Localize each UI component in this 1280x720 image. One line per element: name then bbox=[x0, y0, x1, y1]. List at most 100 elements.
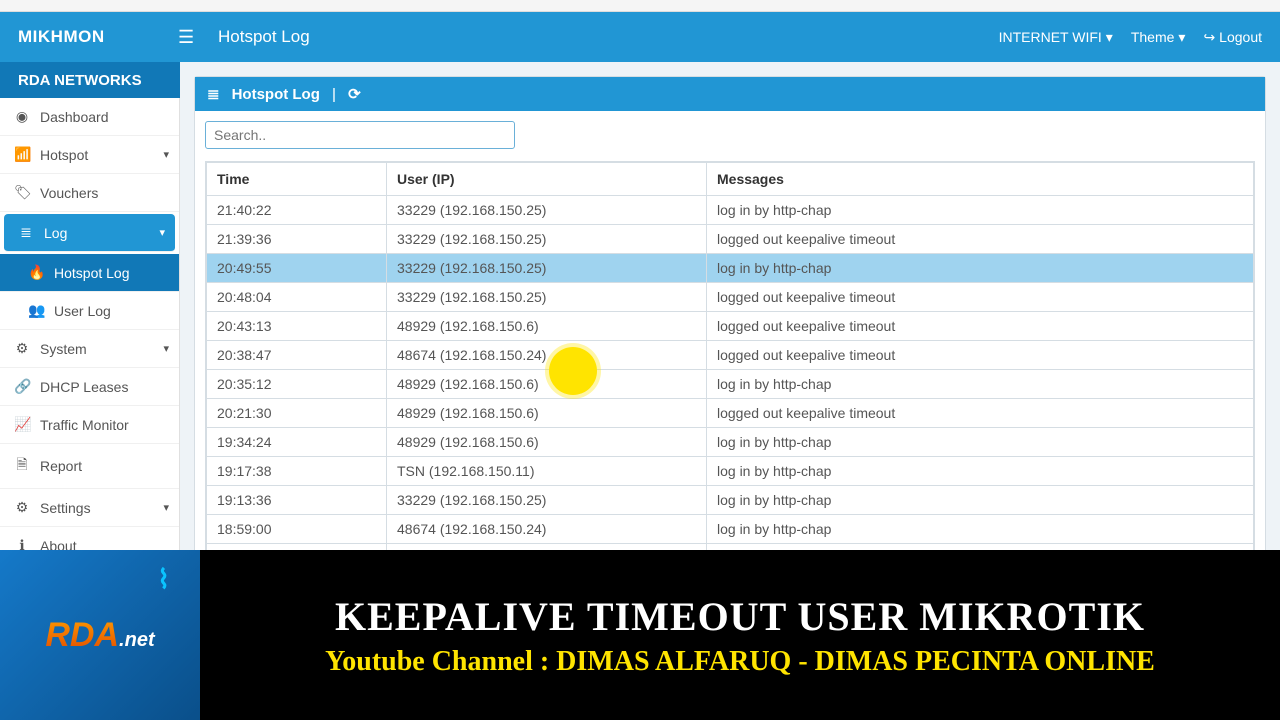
sidebar-label: User Log bbox=[54, 303, 111, 319]
sidebar-label: Vouchers bbox=[40, 185, 98, 201]
table-row[interactable]: 19:17:38TSN (192.168.150.11)log in by ht… bbox=[207, 457, 1254, 486]
cell-time: 20:21:30 bbox=[207, 399, 387, 428]
panel-header: ≣ Hotspot Log | ⟳ bbox=[195, 77, 1265, 111]
log-table: Time User (IP) Messages 21:40:2233229 (1… bbox=[206, 162, 1254, 573]
table-row[interactable]: 21:40:2233229 (192.168.150.25)log in by … bbox=[207, 196, 1254, 225]
sidebar-item-vouchers[interactable]: 🏷 Vouchers bbox=[0, 174, 179, 212]
sidebar-item-traffic-monitor[interactable]: 📈 Traffic Monitor bbox=[0, 406, 179, 444]
connection-dropdown[interactable]: INTERNET WIFI▾ bbox=[999, 29, 1113, 46]
cell-msg: logged out keepalive timeout bbox=[707, 399, 1254, 428]
sidebar-label: System bbox=[40, 341, 87, 357]
logout-button[interactable]: ↪Logout bbox=[1203, 29, 1262, 46]
table-row[interactable]: 19:34:2448929 (192.168.150.6)log in by h… bbox=[207, 428, 1254, 457]
sidebar-label: Settings bbox=[40, 500, 91, 516]
chevron-down-icon: ▾ bbox=[163, 501, 169, 514]
table-row[interactable]: 18:59:0048674 (192.168.150.24)log in by … bbox=[207, 515, 1254, 544]
sidebar-label: Report bbox=[40, 458, 82, 474]
cell-time: 19:13:36 bbox=[207, 486, 387, 515]
session-name[interactable]: RDA NETWORKS bbox=[0, 62, 180, 98]
cell-user: 48674 (192.168.150.24) bbox=[387, 341, 707, 370]
sidebar-item-dashboard[interactable]: ◉ Dashboard bbox=[0, 98, 179, 136]
sidebar-item-user-log[interactable]: 👥 User Log bbox=[0, 292, 179, 330]
table-row[interactable]: 20:48:0433229 (192.168.150.25)logged out… bbox=[207, 283, 1254, 312]
cell-user: 33229 (192.168.150.25) bbox=[387, 254, 707, 283]
sidebar-icon: 🏷 bbox=[14, 184, 30, 201]
topbar: MIKHMON ☰ Hotspot Log INTERNET WIFI▾ The… bbox=[0, 12, 1280, 62]
cell-user: 48929 (192.168.150.6) bbox=[387, 312, 707, 341]
chevron-down-icon: ▾ bbox=[1106, 29, 1113, 46]
sidebar-icon: 🔗 bbox=[14, 378, 30, 395]
browser-chrome bbox=[0, 0, 1280, 12]
cell-msg: logged out keepalive timeout bbox=[707, 312, 1254, 341]
sidebar: ◉ Dashboard 📶 Hotspot ▾ 🏷 Vouchers ≣Log▾ 🔥 Hotspo… bbox=[0, 98, 180, 565]
cell-user: 48929 (192.168.150.6) bbox=[387, 428, 707, 457]
cell-time: 20:49:55 bbox=[207, 254, 387, 283]
sidebar-item-system[interactable]: ⚙ System ▾ bbox=[0, 330, 179, 368]
sidebar-icon: 📶 bbox=[14, 146, 30, 163]
cell-user: TSN (192.168.150.11) bbox=[387, 457, 707, 486]
cell-user: 33229 (192.168.150.25) bbox=[387, 486, 707, 515]
sidebar-icon: ⚙ bbox=[14, 499, 30, 516]
cell-user: 33229 (192.168.150.25) bbox=[387, 196, 707, 225]
cell-user: 48929 (192.168.150.6) bbox=[387, 370, 707, 399]
banner-logo: ⌇ RDA.net bbox=[0, 550, 200, 720]
cell-user: 48674 (192.168.150.24) bbox=[387, 515, 707, 544]
refresh-icon[interactable]: ⟳ bbox=[348, 85, 361, 103]
sidebar-label: Hotspot bbox=[40, 147, 88, 163]
sidebar-label: Hotspot Log bbox=[54, 265, 130, 281]
table-row[interactable]: 21:39:3633229 (192.168.150.25)logged out… bbox=[207, 225, 1254, 254]
cell-time: 20:48:04 bbox=[207, 283, 387, 312]
cell-time: 19:34:24 bbox=[207, 428, 387, 457]
cell-time: 21:39:36 bbox=[207, 225, 387, 254]
cell-user: 33229 (192.168.150.25) bbox=[387, 225, 707, 254]
sidebar-icon: 🗎 bbox=[14, 454, 30, 478]
chevron-down-icon: ▾ bbox=[159, 226, 165, 239]
cell-msg: log in by http-chap bbox=[707, 428, 1254, 457]
sidebar-icon: ≣ bbox=[18, 224, 34, 241]
header-time[interactable]: Time bbox=[207, 163, 387, 196]
cell-time: 19:17:38 bbox=[207, 457, 387, 486]
table-row[interactable]: 20:49:5533229 (192.168.150.25)log in by … bbox=[207, 254, 1254, 283]
table-row[interactable]: 19:13:3633229 (192.168.150.25)log in by … bbox=[207, 486, 1254, 515]
cell-msg: log in by http-chap bbox=[707, 457, 1254, 486]
cell-msg: log in by http-chap bbox=[707, 254, 1254, 283]
table-row[interactable]: 20:38:4748674 (192.168.150.24)logged out… bbox=[207, 341, 1254, 370]
banner-subtitle: Youtube Channel : DIMAS ALFARUQ - DIMAS … bbox=[210, 646, 1270, 678]
brand-logo[interactable]: MIKHMON bbox=[18, 27, 178, 47]
sidebar-item-report[interactable]: 🗎 Report bbox=[0, 444, 179, 489]
cell-msg: logged out keepalive timeout bbox=[707, 341, 1254, 370]
sidebar-item-dhcp-leases[interactable]: 🔗 DHCP Leases bbox=[0, 368, 179, 406]
header-user[interactable]: User (IP) bbox=[387, 163, 707, 196]
sidebar-label: Traffic Monitor bbox=[40, 417, 129, 433]
table-row[interactable]: 20:35:1248929 (192.168.150.6)log in by h… bbox=[207, 370, 1254, 399]
theme-dropdown[interactable]: Theme▾ bbox=[1131, 29, 1186, 46]
sidebar-icon: ⚙ bbox=[14, 340, 30, 357]
chevron-down-icon: ▾ bbox=[163, 148, 169, 161]
wifi-icon: ⌇ bbox=[157, 564, 170, 595]
sidebar-icon: ◉ bbox=[14, 108, 30, 125]
sidebar-item-hotspot-log[interactable]: 🔥 Hotspot Log bbox=[0, 254, 179, 292]
menu-toggle-icon[interactable]: ☰ bbox=[178, 27, 208, 48]
chevron-down-icon: ▾ bbox=[163, 342, 169, 355]
page-title: Hotspot Log bbox=[218, 27, 310, 47]
sidebar-item-log[interactable]: ≣Log▾ bbox=[4, 214, 175, 252]
cell-msg: log in by http-chap bbox=[707, 486, 1254, 515]
sidebar-icon: 👥 bbox=[28, 302, 44, 319]
list-icon: ≣ bbox=[207, 85, 220, 103]
video-banner: ⌇ RDA.net KEEPALIVE TIMEOUT USER MIKROTI… bbox=[0, 550, 1280, 720]
header-messages[interactable]: Messages bbox=[707, 163, 1254, 196]
table-row[interactable]: 20:43:1348929 (192.168.150.6)logged out … bbox=[207, 312, 1254, 341]
panel-title: Hotspot Log bbox=[232, 86, 320, 103]
sidebar-item-settings[interactable]: ⚙ Settings ▾ bbox=[0, 489, 179, 527]
sidebar-icon: 📈 bbox=[14, 416, 30, 433]
cell-msg: log in by http-chap bbox=[707, 515, 1254, 544]
logout-icon: ↪ bbox=[1203, 29, 1215, 46]
search-input[interactable] bbox=[205, 121, 515, 149]
table-row[interactable]: 20:21:3048929 (192.168.150.6)logged out … bbox=[207, 399, 1254, 428]
sidebar-label: Dashboard bbox=[40, 109, 109, 125]
cell-time: 20:35:12 bbox=[207, 370, 387, 399]
sidebar-label: DHCP Leases bbox=[40, 379, 128, 395]
banner-title: KEEPALIVE TIMEOUT USER MIKROTIK bbox=[210, 593, 1270, 640]
sidebar-icon: 🔥 bbox=[28, 264, 44, 281]
sidebar-item-hotspot[interactable]: 📶 Hotspot ▾ bbox=[0, 136, 179, 174]
